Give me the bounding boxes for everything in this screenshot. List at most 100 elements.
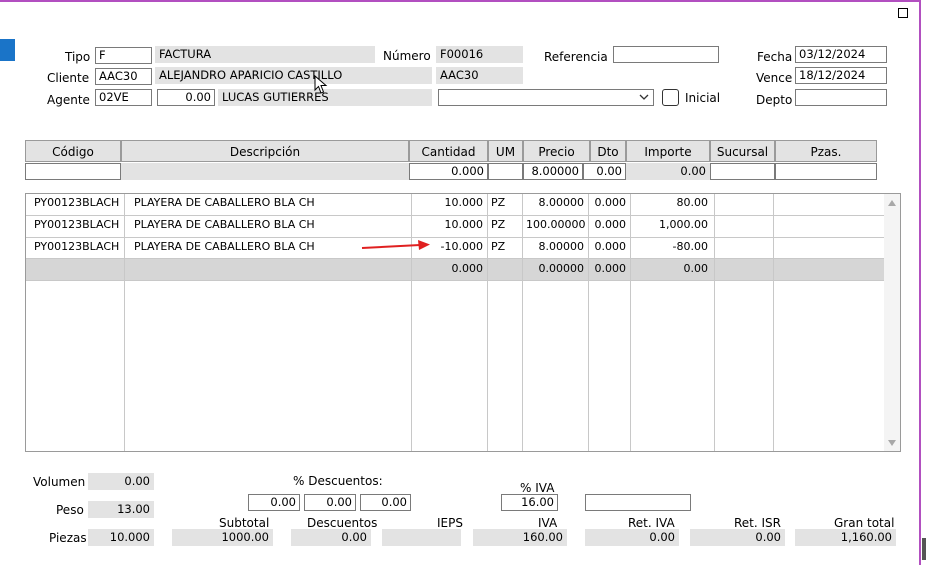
agente-combo[interactable]: [438, 89, 654, 106]
row-cantidad: 10.000: [444, 218, 484, 231]
entry-pzas[interactable]: [775, 163, 877, 180]
fecha-label: Fecha: [757, 50, 793, 64]
row-importe: -80.00: [672, 240, 708, 253]
mouse-cursor-icon: [314, 75, 328, 94]
peso-label: Peso: [56, 503, 84, 517]
cliente-alt-code: AAC30: [436, 67, 523, 84]
col-header-pzas[interactable]: Pzas.: [775, 140, 877, 162]
iva-value: 160.00: [473, 529, 567, 546]
vence-label: Vence: [756, 71, 793, 85]
row-cantidad: 10.000: [444, 196, 484, 209]
row-codigo: PY00123BLACH: [34, 196, 120, 209]
numero-label: Número: [383, 49, 431, 63]
tipo-code-field[interactable]: F: [95, 47, 152, 64]
ret-iva-value: 0.00: [585, 529, 679, 546]
close-icon[interactable]: [898, 8, 908, 18]
subtotal-label: Subtotal: [219, 516, 270, 530]
right-edge-mark: [922, 538, 926, 560]
entry-codigo[interactable]: [25, 163, 121, 180]
peso-value: 13.00: [88, 501, 154, 518]
accent-tab: [0, 39, 15, 61]
col-header-sucursal[interactable]: Sucursal: [710, 140, 775, 162]
row-um: PZ: [491, 240, 506, 253]
col-header-importe[interactable]: Importe: [626, 140, 710, 162]
descuentos-value: 0.00: [291, 529, 371, 546]
cliente-name: ALEJANDRO APARICIO CASTILLO: [155, 67, 432, 84]
descuento-1-field[interactable]: 0.00: [248, 494, 300, 511]
row-importe: 80.00: [676, 196, 709, 209]
volumen-value: 0.00: [88, 473, 154, 490]
row-importe: 1,000.00: [659, 218, 708, 231]
referencia-field[interactable]: [613, 46, 719, 63]
cliente-label: Cliente: [47, 71, 90, 85]
col-header-codigo[interactable]: Código: [25, 140, 121, 162]
scroll-up-icon[interactable]: [887, 199, 897, 207]
numero-value: F00016: [436, 46, 523, 63]
depto-field[interactable]: [795, 89, 887, 106]
entry-descripcion: [121, 163, 409, 180]
ieps-value: [382, 529, 461, 546]
iva-pct-field[interactable]: 16.00: [501, 494, 558, 511]
ieps-label: IEPS: [437, 516, 463, 530]
vertical-scrollbar[interactable]: [884, 194, 900, 451]
fecha-field[interactable]: 03/12/2024: [795, 46, 887, 63]
row-codigo: PY00123BLACH: [34, 240, 120, 253]
entry-importe: 0.00: [626, 163, 710, 180]
col-header-precio[interactable]: Precio: [523, 140, 590, 162]
selected-cantidad: 0.000: [451, 262, 484, 275]
descuentos-pct-label: % Descuentos:: [293, 474, 383, 488]
col-header-descripcion[interactable]: Descripción: [121, 140, 409, 162]
row-precio: 8.00000: [538, 240, 585, 253]
entry-precio[interactable]: 8.00000: [523, 163, 583, 180]
row-descripcion: PLAYERA DE CABALLERO BLA CH: [134, 196, 315, 209]
ret-isr-label: Ret. ISR: [734, 516, 782, 530]
piezas-label: Piezas: [49, 531, 87, 545]
extra-field[interactable]: [585, 494, 691, 511]
row-precio: 100.00000: [526, 218, 586, 231]
inicial-checkbox[interactable]: [662, 89, 679, 106]
depto-label: Depto: [756, 93, 793, 107]
entry-sucursal[interactable]: [710, 163, 775, 180]
row-dto: 0.000: [594, 218, 627, 231]
agente-amount-field[interactable]: 0.00: [157, 89, 215, 106]
row-um: PZ: [491, 196, 506, 209]
referencia-label: Referencia: [544, 50, 608, 64]
entry-dto[interactable]: 0.00: [583, 163, 626, 180]
gran-total-value: 1,160.00: [795, 529, 896, 546]
selected-dto: 0.000: [594, 262, 627, 275]
selected-precio: 0.00000: [538, 262, 585, 275]
row-dto: 0.000: [594, 196, 627, 209]
red-arrow-icon: [361, 240, 430, 250]
gran-total-label: Gran total: [834, 516, 895, 530]
col-header-um[interactable]: UM: [488, 140, 523, 162]
volumen-label: Volumen: [33, 475, 86, 489]
entry-um[interactable]: [488, 163, 523, 180]
tipo-label: Tipo: [65, 50, 91, 64]
descuento-2-field[interactable]: 0.00: [304, 494, 356, 511]
descuento-3-field[interactable]: 0.00: [360, 494, 411, 511]
inicial-label: Inicial: [685, 91, 721, 105]
row-descripcion: PLAYERA DE CABALLERO BLA CH: [134, 218, 315, 231]
chevron-down-icon[interactable]: [639, 94, 649, 101]
row-dto: 0.000: [594, 240, 627, 253]
row-um: PZ: [491, 218, 506, 231]
iva-pct-label: % IVA: [520, 481, 555, 495]
agente-label: Agente: [47, 93, 90, 107]
row-precio: 8.00000: [538, 196, 585, 209]
iva-label: IVA: [538, 516, 558, 530]
agente-code-field[interactable]: 02VE: [95, 89, 152, 106]
col-header-cantidad[interactable]: Cantidad: [409, 140, 488, 162]
piezas-value: 10.000: [88, 529, 154, 546]
row-codigo: PY00123BLACH: [34, 218, 120, 231]
tipo-name: FACTURA: [155, 46, 375, 63]
scroll-down-icon[interactable]: [887, 439, 897, 447]
entry-cantidad[interactable]: 0.000: [409, 163, 488, 180]
vence-field[interactable]: 18/12/2024: [795, 67, 887, 84]
cliente-code-field[interactable]: AAC30: [95, 68, 152, 85]
ret-iva-label: Ret. IVA: [628, 516, 675, 530]
ret-isr-value: 0.00: [690, 529, 785, 546]
col-header-dto[interactable]: Dto: [590, 140, 626, 162]
subtotal-value: 1000.00: [172, 529, 273, 546]
selected-importe: 0.00: [683, 262, 709, 275]
descuentos-label: Descuentos: [307, 516, 378, 530]
